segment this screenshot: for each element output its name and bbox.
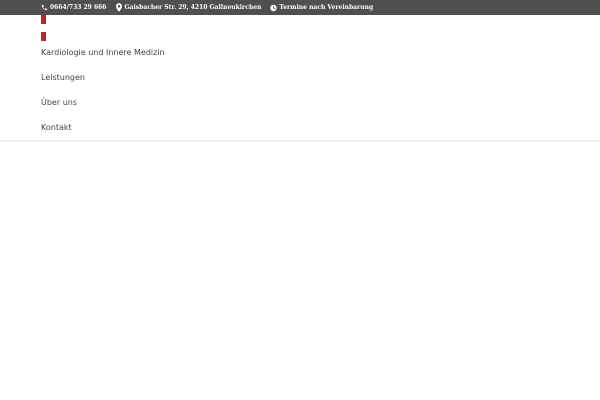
nav-item-ueber-uns[interactable]: Über uns (41, 90, 165, 115)
address-text: Gaisbacher Str. 29, 4210 Gallneukirchen (124, 4, 262, 11)
logo-mark-top[interactable] (41, 15, 46, 24)
hours-info: Termine nach Vereinbarung (270, 0, 373, 15)
clock-icon (270, 3, 278, 12)
nav-item-label: Kardiologie und Innere Medizin (41, 48, 165, 57)
map-pin-icon (115, 3, 122, 12)
nav-item-label: Kontakt (41, 123, 72, 132)
phone-number: 0664/733 29 666 (50, 4, 107, 11)
address-info[interactable]: Gaisbacher Str. 29, 4210 Gallneukirchen (115, 0, 261, 15)
nav-item-label: Über uns (41, 98, 77, 107)
top-info-bar: 0664/733 29 666 Gaisbacher Str. 29, 4210… (0, 0, 600, 15)
main-navigation: Kardiologie und Innere Medizin Leistunge… (41, 40, 165, 140)
phone-info[interactable]: 0664/733 29 666 (41, 0, 106, 15)
nav-item-kardiologie[interactable]: Kardiologie und Innere Medizin (41, 40, 165, 65)
hours-text: Termine nach Vereinbarung (279, 4, 374, 11)
nav-item-leistungen[interactable]: Leistungen (41, 65, 165, 90)
phone-icon (41, 3, 48, 12)
nav-item-label: Leistungen (41, 73, 85, 82)
nav-item-kontakt[interactable]: Kontakt (41, 115, 165, 140)
main-content-area (0, 142, 600, 400)
